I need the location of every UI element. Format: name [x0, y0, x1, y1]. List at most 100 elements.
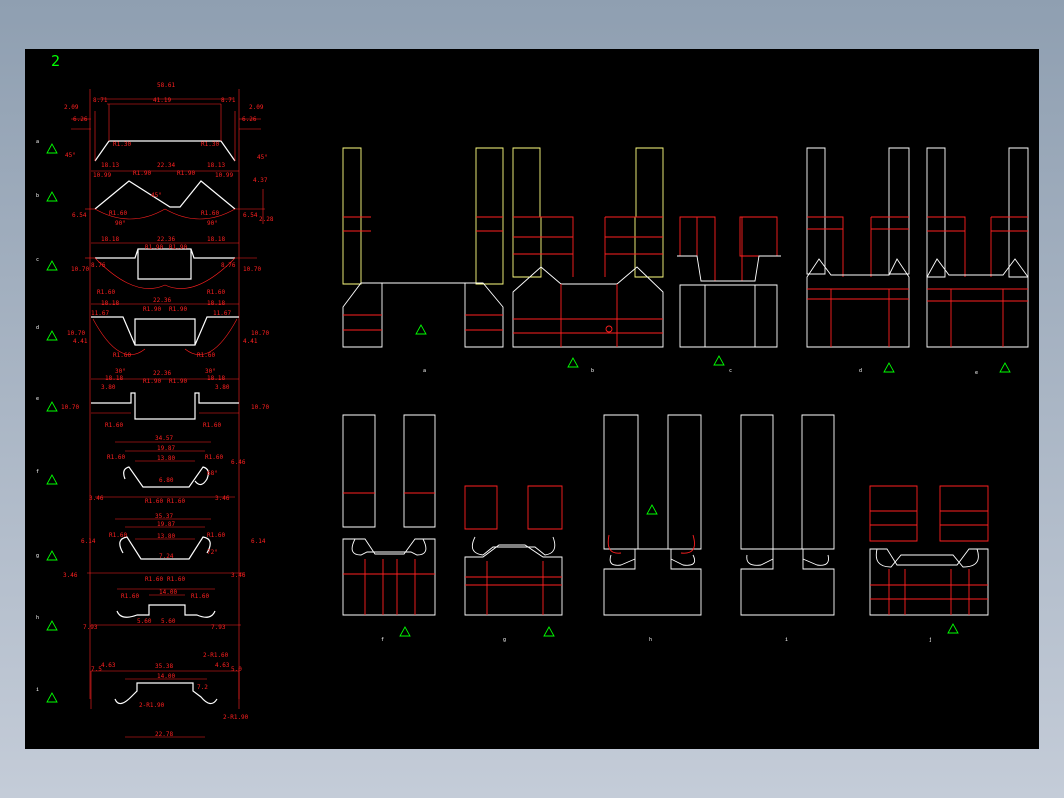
row-label-h: h	[36, 615, 39, 621]
warning-icon	[46, 550, 58, 561]
dim-c-h1: 10.70	[71, 266, 89, 273]
dim-f-h1: 6.46	[231, 459, 246, 466]
warning-icon	[415, 324, 427, 335]
profile-e: 22.36 18.18 18.18 R1.90 R1.90 3.80 3.80 …	[61, 368, 269, 429]
station-top-c	[677, 216, 781, 348]
dim-a-center: 41.19	[153, 97, 171, 104]
dim-e-h1: 10.70	[61, 404, 79, 411]
dim-g-b: 19.87	[157, 521, 175, 528]
dim-g-r1: R1.60	[109, 532, 127, 539]
dim-b-e: 10.99	[215, 172, 233, 179]
dim-i-d: 4.63	[215, 662, 230, 669]
dim-d-h2: 10.70	[251, 330, 269, 337]
profile-h: 14.00 R1.60 R1.60 7.93 7.93 5.60 5.60	[83, 588, 241, 631]
dim-b-r4: R1.60	[201, 210, 219, 217]
dim-b-r2: R1.90	[177, 170, 195, 177]
dim-d-l1: 11.67	[91, 310, 109, 317]
dim-g-h1: 6.14	[81, 538, 96, 545]
dim-f-angle: 68°	[207, 470, 218, 477]
dim-i-f: 5.0	[231, 666, 242, 673]
dim-c-b: 22.36	[157, 236, 175, 243]
dim-a-r-right: R1.30	[201, 141, 219, 148]
warning-icon	[543, 626, 555, 637]
dim-g-c: 13.80	[157, 533, 175, 540]
dim-f-r2: R1.60	[205, 454, 223, 461]
dim-b-angle3: 90°	[207, 220, 218, 227]
warning-icon	[999, 362, 1011, 373]
dim-c-r3: R1.60	[97, 289, 115, 296]
dim-c-r2: R1.90	[169, 244, 187, 251]
profile-c: 18.18 22.36 18.18 R1.90 R1.90 8.76 8.76 …	[71, 236, 261, 296]
dim-h-r1: R1.60	[121, 593, 139, 600]
warning-icon	[46, 260, 58, 271]
dim-e-r2: R1.90	[169, 378, 187, 385]
station-label-j: j	[929, 637, 932, 643]
warning-icon	[567, 357, 579, 368]
dim-g-h2: 6.14	[251, 538, 266, 545]
profile-g: 35.37 19.87 13.80 7.24 R1.60 R1.60 72° 6…	[63, 513, 266, 583]
dim-e-r4: R1.60	[203, 422, 221, 429]
station-label-c: c	[729, 368, 732, 374]
dim-f-b: 19.87	[157, 445, 175, 452]
dim-e-c: 18.18	[207, 375, 225, 382]
station-bottom-g	[464, 485, 563, 616]
dim-i-b: 14.00	[157, 673, 175, 680]
dim-e-a: 22.36	[153, 370, 171, 377]
dim-g-r2: R1.60	[207, 532, 225, 539]
dim-b-c: 18.13	[207, 162, 225, 169]
row-label-a: a	[36, 139, 39, 145]
dim-i-r2: 2-R1.90	[139, 702, 165, 709]
dim-g-h3: 3.46	[63, 572, 78, 579]
dim-b-h1: 6.54	[72, 212, 87, 219]
profile-a: 58.61 41.19 8.71 8.71 2.09 2.09 6.26 6.2…	[64, 82, 268, 162]
dim-e-angle2: 30°	[205, 368, 216, 375]
dim-e-r1: R1.90	[143, 378, 161, 385]
dim-a-left-edge: 8.71	[93, 97, 108, 104]
station-label-d: d	[859, 368, 862, 374]
station-bottom-i	[740, 414, 835, 616]
dim-f-r3: R1.60	[145, 498, 163, 505]
row-markers: a b c d e f g h i	[36, 139, 58, 703]
row-label-e: e	[36, 396, 39, 402]
row-label-i: i	[36, 687, 39, 693]
warning-icon	[46, 692, 58, 703]
dim-d-r3: R1.60	[113, 352, 131, 359]
dim-b-a: 18.13	[101, 162, 119, 169]
station-label-a: a	[423, 368, 426, 374]
dim-d-r4: R1.60	[197, 352, 215, 359]
station-labels: a b c d e f g h i j	[381, 368, 978, 643]
dim-g-a: 35.37	[155, 513, 173, 520]
profile-b: 18.13 22.34 18.13 10.99 10.99 R1.90 R1.9…	[72, 162, 274, 227]
dim-d-a: 18.18	[101, 300, 119, 307]
dim-b-angle2: 90°	[115, 220, 126, 227]
dim-a-right-h: 6.26	[242, 116, 257, 123]
dim-i-e: 7.5	[91, 666, 102, 673]
warning-icon	[713, 355, 725, 366]
dim-i-r3: 2-R1.90	[223, 714, 249, 721]
dim-c-h2: 10.70	[243, 266, 261, 273]
row-label-f: f	[36, 469, 39, 475]
dim-e-r3: R1.60	[105, 422, 123, 429]
row-label-d: d	[36, 325, 39, 331]
warning-icon	[46, 620, 58, 631]
station-label-g: g	[503, 637, 506, 643]
dim-h-b: 7.93	[83, 624, 98, 631]
station-top-a	[342, 147, 504, 348]
dim-a-left-h: 6.26	[73, 116, 88, 123]
station-label-b: b	[591, 368, 594, 374]
dim-a-overall: 58.61	[157, 82, 175, 89]
station-markers	[399, 324, 1011, 637]
station-top-b	[512, 147, 664, 348]
dim-d-r2: R1.90	[169, 306, 187, 313]
dim-a-right-edge: 8.71	[221, 97, 236, 104]
dim-h-a: 14.00	[159, 589, 177, 596]
dim-a-left-end: 2.09	[64, 104, 79, 111]
dim-e-b: 18.18	[105, 375, 123, 382]
warning-icon	[947, 623, 959, 634]
dim-h-d: 5.60	[137, 618, 152, 625]
profile-detail-column	[89, 89, 240, 699]
warning-icon	[883, 362, 895, 373]
dim-f-r4: R1.60	[167, 498, 185, 505]
drawing-sheet: 2 a b c d e f g h i 58.61 41.19 8.71 8.7…	[25, 49, 1039, 749]
warning-icon	[646, 504, 658, 515]
